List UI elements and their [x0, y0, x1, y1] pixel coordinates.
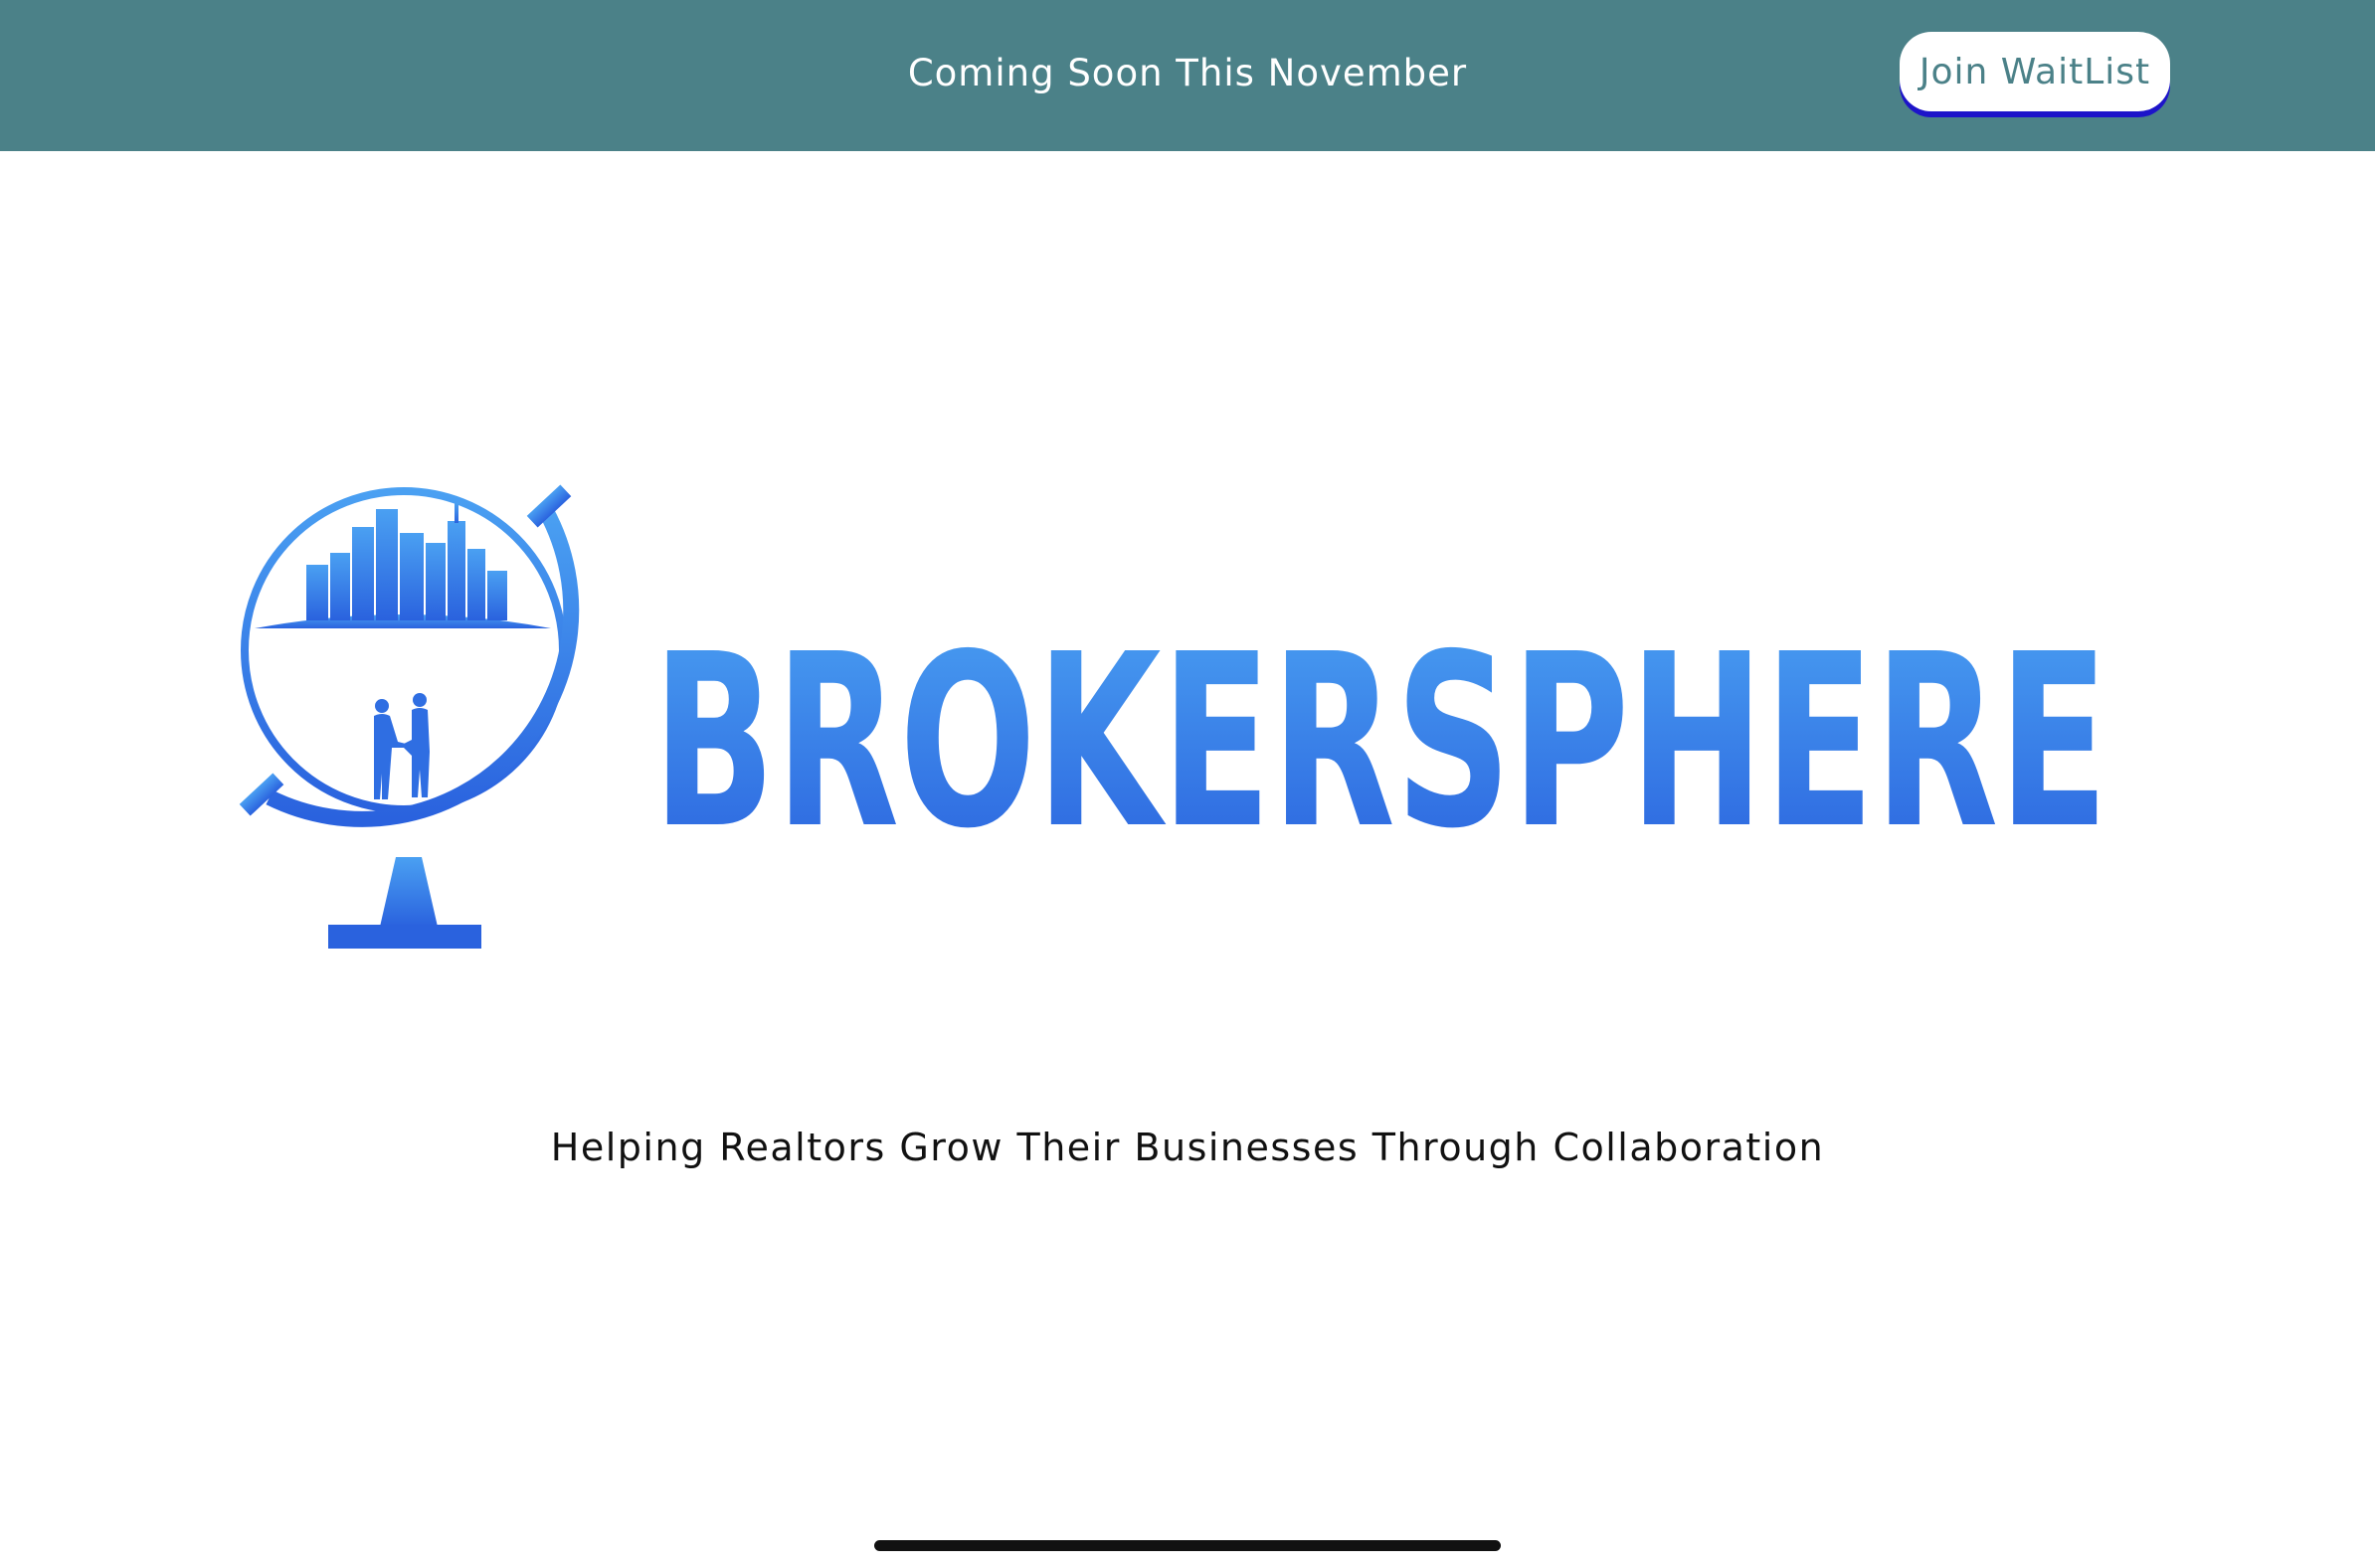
tagline: Helping Realtors Grow Their Businesses T… [550, 1126, 1825, 1169]
brokersphere-wordmark: BROKERSPHERE [652, 603, 2108, 881]
brokersphere-logo: BROKERSPHERE [239, 484, 2108, 949]
join-waitlist-button[interactable]: Join WaitList [1900, 32, 2170, 111]
globe-city-handshake-icon [239, 484, 580, 949]
landing-page: Coming Soon This November Join WaitList [0, 0, 2375, 1568]
home-indicator-bar[interactable] [874, 1540, 1501, 1551]
top-banner: Coming Soon This November Join WaitList [0, 0, 2375, 151]
